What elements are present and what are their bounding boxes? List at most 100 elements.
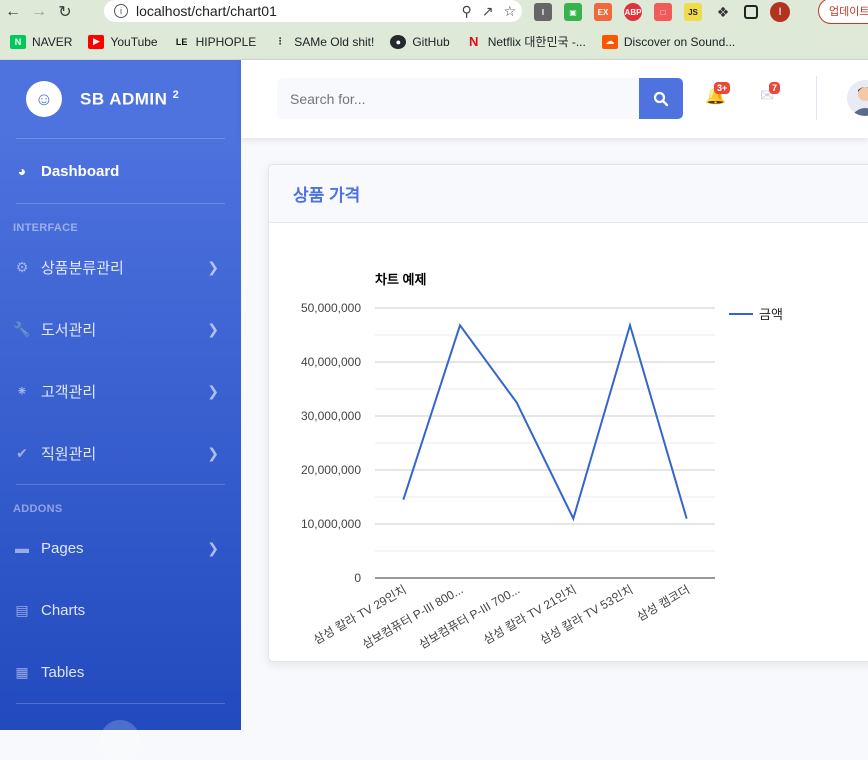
extension-chat-icon[interactable]: □ <box>654 3 672 21</box>
legend-label: 금액 <box>759 307 783 322</box>
zoom-icon[interactable]: ⚲ <box>461 3 471 20</box>
search-button[interactable] <box>639 78 683 119</box>
chevron-right-icon: ❯ <box>207 320 219 337</box>
chevron-right-icon: ❯ <box>207 258 219 275</box>
brand-version: 2 <box>172 88 180 101</box>
laugh-wink-icon: ☺ <box>26 81 62 117</box>
x-tick-label: 삼성 칼라 TV 21인치 <box>481 582 579 647</box>
sidebar-item-label: Dashboard <box>41 162 120 180</box>
bookmark-naver[interactable]: N NAVER <box>10 34 72 49</box>
extension-screen-icon[interactable]: ▣ <box>564 3 582 21</box>
brand-name: SB ADMIN <box>80 89 168 109</box>
extension-js-icon[interactable]: JS <box>684 3 702 21</box>
bookmark-netflix[interactable]: N Netflix 대한민국 -... <box>466 33 586 50</box>
sidebar: ☺ SB ADMIN 2 ◕ Dashboard INTERFACE ⚙ 상품분… <box>0 60 241 760</box>
chart-card: 상품 가격 차트 예제 0 10,000,000 20,000,000 30,000,0… <box>268 164 868 662</box>
soundcloud-icon: ☁ <box>601 34 618 49</box>
gear-icon: ⚙ <box>15 258 29 275</box>
profile-avatar[interactable]: I <box>770 2 790 22</box>
y-tick-label: 10,000,000 <box>301 517 361 531</box>
y-tick-label: 0 <box>354 571 361 585</box>
forward-icon[interactable]: → <box>26 0 52 24</box>
messages-badge: 7 <box>769 82 781 94</box>
sidebar-item-tables[interactable]: ▦ Tables <box>0 641 241 703</box>
sidebar-item-employees[interactable]: ✔ 직원관리 ❯ <box>0 422 241 484</box>
sidebar-item-dashboard[interactable]: ◕ Dashboard <box>0 139 241 203</box>
topbar-divider <box>816 76 817 120</box>
check-icon: ✔ <box>16 444 28 461</box>
x-tick-label: 삼보컴퓨터 P-III 700... <box>417 582 523 651</box>
sidebar-divider <box>16 703 225 704</box>
sidebar-item-customers[interactable]: ⁕ 고객관리 ❯ <box>0 360 241 422</box>
sidebar-item-label: 직원관리 <box>41 445 97 463</box>
same-icon: ⋮ <box>275 36 285 46</box>
folder-icon: ▬ <box>15 540 29 556</box>
tachometer-icon: ◕ <box>17 163 27 179</box>
topbar: 🔔 3+ ✉ 7 <box>241 60 868 138</box>
sidepanel-icon[interactable] <box>744 5 758 19</box>
github-icon: ● <box>390 34 407 49</box>
wrench-icon: 🔧 <box>13 320 31 337</box>
bookmark-youtube[interactable]: ▶ YouTube <box>88 34 158 49</box>
spinner-icon: ⁕ <box>16 382 28 399</box>
back-icon[interactable]: ← <box>0 0 26 24</box>
adblock-icon[interactable]: ABP <box>624 3 642 21</box>
extension-ex-icon[interactable]: EX <box>594 3 612 21</box>
user-icon <box>851 87 868 116</box>
naver-icon: N <box>10 34 26 49</box>
bookmark-soundcloud[interactable]: ☁ Discover on Sound... <box>601 34 735 49</box>
table-icon: ▦ <box>15 663 29 680</box>
sidebar-item-label: 고객관리 <box>41 383 97 401</box>
brand[interactable]: ☺ SB ADMIN 2 <box>0 60 241 138</box>
search-input[interactable] <box>277 78 639 119</box>
y-tick-label: 40,000,000 <box>301 355 361 369</box>
netflix-icon: N <box>468 34 479 49</box>
sidebar-item-label: Charts <box>41 601 86 619</box>
bookmark-star-icon[interactable]: ☆ <box>503 3 516 20</box>
sidebar-heading-addons: ADDONS <box>13 503 63 515</box>
x-tick-label: 삼성 칼라 TV 29인치 <box>311 582 409 647</box>
bookmark-hiphople[interactable]: LE HIPHOPLE <box>174 35 256 49</box>
sidebar-item-category[interactable]: ⚙ 상품분류관리 ❯ <box>0 236 241 298</box>
hiphople-icon: LE <box>175 36 188 47</box>
reload-icon[interactable]: ↻ <box>52 0 78 24</box>
series-line <box>402 321 688 522</box>
chevron-right-icon: ❯ <box>207 539 219 556</box>
sidebar-item-books[interactable]: 🔧 도서관리 ❯ <box>0 298 241 360</box>
bookmarks-bar: N NAVER ▶ YouTube LE HIPHOPLE ⋮ SAMe Old shi… <box>0 24 868 60</box>
sidebar-item-label: Tables <box>41 663 85 681</box>
sidebar-item-label: 도서관리 <box>41 321 97 339</box>
messages-button[interactable]: ✉ 7 <box>760 82 781 106</box>
line-chart: 차트 예제 0 10,000,000 20,000,000 30,000,000 40,0… <box>301 272 783 652</box>
share-icon[interactable]: ↗ <box>482 3 494 20</box>
alerts-button[interactable]: 🔔 3+ <box>705 82 731 106</box>
extension-i-icon[interactable]: I <box>534 3 552 21</box>
x-tick-label: 삼보컴퓨터 P-III 800... <box>360 582 466 651</box>
browser-toolbar: ← → ↻ i localhost/chart/chart01 ⚲ ↗ ☆ I … <box>0 0 868 24</box>
info-icon[interactable]: i <box>114 4 128 18</box>
chevron-right-icon: ❯ <box>207 382 219 399</box>
y-tick-label: 20,000,000 <box>301 463 361 477</box>
sidebar-item-label: Pages <box>41 539 84 557</box>
sidebar-item-pages[interactable]: ▬ Pages ❯ <box>0 517 241 579</box>
bookmark-github[interactable]: ● GitHub <box>390 34 450 49</box>
puzzle-icon[interactable]: ❖ <box>714 3 732 21</box>
sidebar-toggle-button[interactable] <box>100 720 140 760</box>
bookmark-same[interactable]: ⋮ SAMe Old shit! <box>272 35 375 49</box>
sidebar-item-label: 상품분류관리 <box>41 259 124 277</box>
address-bar[interactable]: i localhost/chart/chart01 ⚲ ↗ ☆ <box>104 0 522 22</box>
sidebar-heading-interface: INTERFACE <box>13 222 79 234</box>
alerts-badge: 3+ <box>714 82 731 94</box>
sidebar-item-charts[interactable]: ▤ Charts <box>0 579 241 641</box>
chart-title: 차트 예제 <box>375 272 426 287</box>
user-avatar[interactable] <box>847 80 868 116</box>
chevron-right-icon: ❯ <box>207 444 219 461</box>
y-tick-label: 30,000,000 <box>301 409 361 423</box>
x-tick-label: 삼성 캠코더 <box>634 582 692 623</box>
update-button[interactable]: 업데이트 <box>818 0 868 24</box>
card-title: 상품 가격 <box>269 165 868 223</box>
search-form <box>277 78 683 119</box>
search-icon <box>653 91 669 106</box>
y-tick-label: 50,000,000 <box>301 301 361 315</box>
x-tick-label: 삼성 칼라 TV 53인치 <box>538 582 636 647</box>
